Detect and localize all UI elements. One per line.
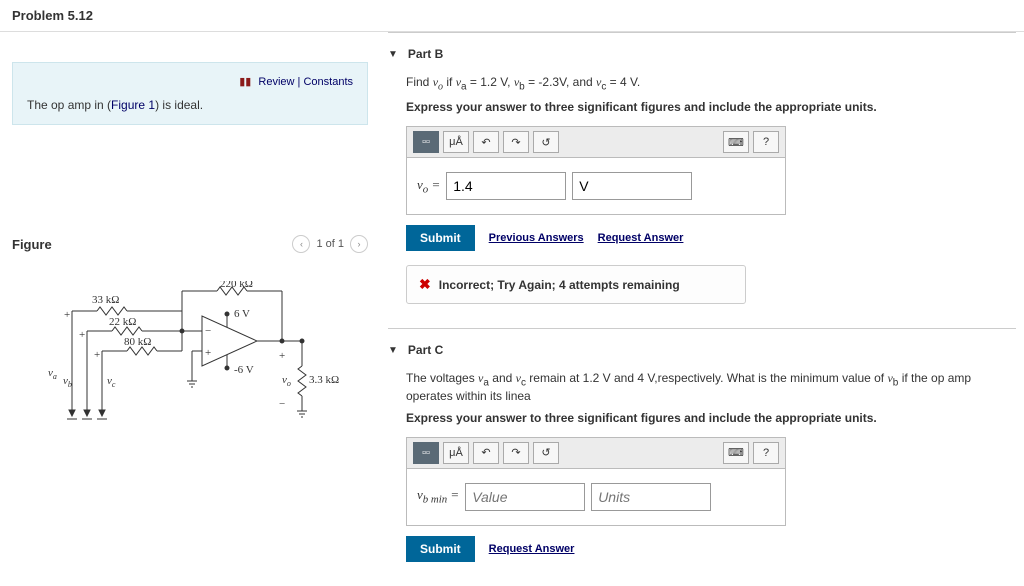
caret-down-icon: ▼ xyxy=(388,345,398,356)
svg-text:−: − xyxy=(205,325,211,337)
svg-text:+: + xyxy=(279,350,285,362)
svg-text:33 kΩ: 33 kΩ xyxy=(92,294,119,306)
part-b-previous-answers-link[interactable]: Previous Answers xyxy=(489,232,584,244)
problem-title: Problem 5.12 xyxy=(0,0,1024,32)
svg-text:vo: vo xyxy=(282,374,291,388)
svg-text:6 V: 6 V xyxy=(234,308,250,320)
svg-text:3.3 kΩ: 3.3 kΩ xyxy=(309,374,339,386)
figure-link[interactable]: Figure 1 xyxy=(111,98,155,112)
undo-icon[interactable]: ↶ xyxy=(473,131,499,153)
svg-text:22 kΩ: 22 kΩ xyxy=(109,316,136,328)
part-b-value-input[interactable] xyxy=(446,172,566,200)
svg-text:vc: vc xyxy=(107,375,116,389)
part-b-answer-box: ▫▫ μÅ ↶ ↷ ↺ ⌨ ? vo = xyxy=(406,126,786,215)
part-c-prompt: The voltages va and vc remain at 1.2 V a… xyxy=(406,371,1016,402)
svg-text:80 kΩ: 80 kΩ xyxy=(124,336,151,348)
part-c-header[interactable]: ▼ Part C xyxy=(388,343,1016,357)
info-card: ▮▮ Review | Constants The op amp in (Fig… xyxy=(12,62,368,125)
part-b-submit-button[interactable]: Submit xyxy=(406,225,475,251)
svg-text:vb: vb xyxy=(63,375,72,389)
part-b-section: ▼ Part B Find vo if va = 1.2 V, vb = -2.… xyxy=(388,32,1016,328)
part-b-request-answer-link[interactable]: Request Answer xyxy=(598,232,684,244)
svg-text:va: va xyxy=(48,367,57,381)
part-b-feedback-text: Incorrect; Try Again; 4 attempts remaini… xyxy=(439,278,680,292)
redo-icon[interactable]: ↷ xyxy=(503,131,529,153)
incorrect-icon: ✖ xyxy=(419,276,431,293)
fig-next-button[interactable]: › xyxy=(350,235,368,253)
part-b-header[interactable]: ▼ Part B xyxy=(388,47,1016,61)
svg-text:+: + xyxy=(79,329,85,341)
keyboard-icon[interactable]: ⌨ xyxy=(723,131,749,153)
part-c-instruction: Express your answer to three significant… xyxy=(406,411,1016,425)
part-b-title: Part B xyxy=(408,47,443,61)
part-c-answer-box: ▫▫ μÅ ↶ ↷ ↺ ⌨ ? vb min = xyxy=(406,437,786,526)
figure-counter: 1 of 1 xyxy=(316,238,344,250)
help-icon[interactable]: ? xyxy=(753,442,779,464)
statement-pre: The op amp in ( xyxy=(27,98,111,112)
template-tool[interactable]: ▫▫ xyxy=(413,131,439,153)
special-char-tool[interactable]: μÅ xyxy=(443,442,469,464)
answer-toolbar: ▫▫ μÅ ↶ ↷ ↺ ⌨ ? xyxy=(407,127,785,158)
template-tool[interactable]: ▫▫ xyxy=(413,442,439,464)
svg-text:−: − xyxy=(279,398,285,410)
problem-statement: The op amp in (Figure 1) is ideal. xyxy=(27,98,353,112)
right-column: ▼ Part B Find vo if va = 1.2 V, vb = -2.… xyxy=(380,32,1024,586)
svg-text:220 kΩ: 220 kΩ xyxy=(220,281,253,290)
fig-prev-button[interactable]: ‹ xyxy=(292,235,310,253)
circuit-figure: 33 kΩ 22 kΩ 80 kΩ 220 kΩ 6 V -6 V 3.3 kΩ… xyxy=(12,261,368,484)
part-b-var-label: vo = xyxy=(417,177,440,196)
svg-text:+: + xyxy=(94,349,100,361)
svg-text:+: + xyxy=(64,309,70,321)
figure-header: Figure ‹ 1 of 1 › xyxy=(12,235,368,253)
left-column: ▮▮ Review | Constants The op amp in (Fig… xyxy=(0,32,380,586)
keyboard-icon[interactable]: ⌨ xyxy=(723,442,749,464)
review-link[interactable]: Review xyxy=(258,76,294,88)
reset-icon[interactable]: ↺ xyxy=(533,442,559,464)
part-b-feedback: ✖ Incorrect; Try Again; 4 attempts remai… xyxy=(406,265,746,304)
part-c-units-input[interactable] xyxy=(591,483,711,511)
help-icon[interactable]: ? xyxy=(753,131,779,153)
flag-icon: ▮▮ xyxy=(239,76,251,88)
part-c-request-answer-link[interactable]: Request Answer xyxy=(489,543,575,555)
svg-text:+: + xyxy=(205,347,211,359)
statement-post: ) is ideal. xyxy=(155,98,203,112)
part-b-units-input[interactable] xyxy=(572,172,692,200)
part-c-value-input[interactable] xyxy=(465,483,585,511)
caret-down-icon: ▼ xyxy=(388,49,398,60)
redo-icon[interactable]: ↷ xyxy=(503,442,529,464)
part-b-instruction: Express your answer to three significant… xyxy=(406,100,1016,114)
part-b-prompt: Find vo if va = 1.2 V, vb = -2.3V, and v… xyxy=(406,75,1016,92)
svg-text:-6 V: -6 V xyxy=(234,364,254,376)
part-c-title: Part C xyxy=(408,343,443,357)
figure-title: Figure xyxy=(12,237,52,252)
answer-toolbar: ▫▫ μÅ ↶ ↷ ↺ ⌨ ? xyxy=(407,438,785,469)
reset-icon[interactable]: ↺ xyxy=(533,131,559,153)
special-char-tool[interactable]: μÅ xyxy=(443,131,469,153)
undo-icon[interactable]: ↶ xyxy=(473,442,499,464)
part-c-section: ▼ Part C The voltages va and vc remain a… xyxy=(388,328,1016,585)
constants-link[interactable]: Constants xyxy=(303,76,353,88)
part-c-var-label: vb min = xyxy=(417,487,459,506)
